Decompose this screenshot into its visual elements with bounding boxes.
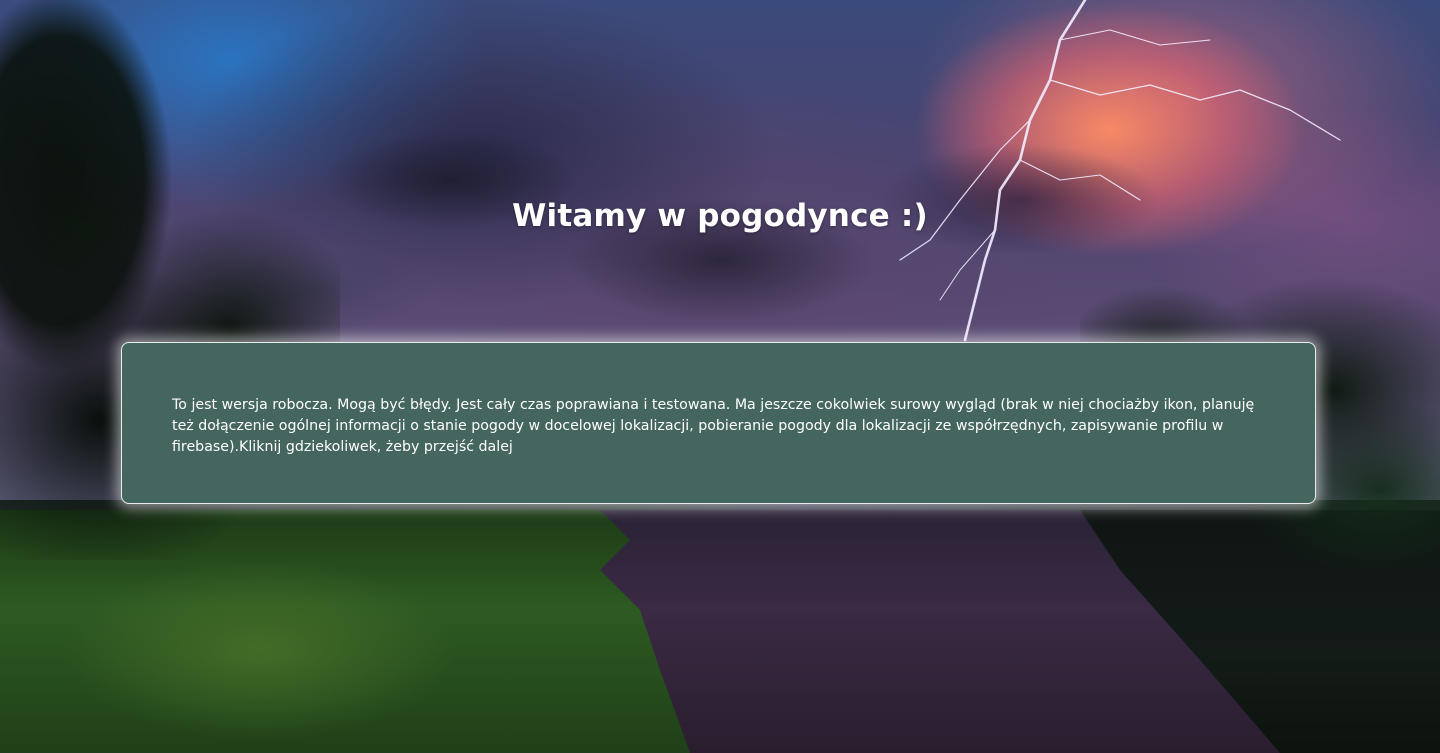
- draft-notice-text: To jest wersja robocza. Mogą być błędy. …: [172, 397, 1255, 455]
- welcome-title: Witamy w pogodynce :): [512, 198, 928, 234]
- draft-notice-card[interactable]: To jest wersja robocza. Mogą być błędy. …: [121, 342, 1316, 504]
